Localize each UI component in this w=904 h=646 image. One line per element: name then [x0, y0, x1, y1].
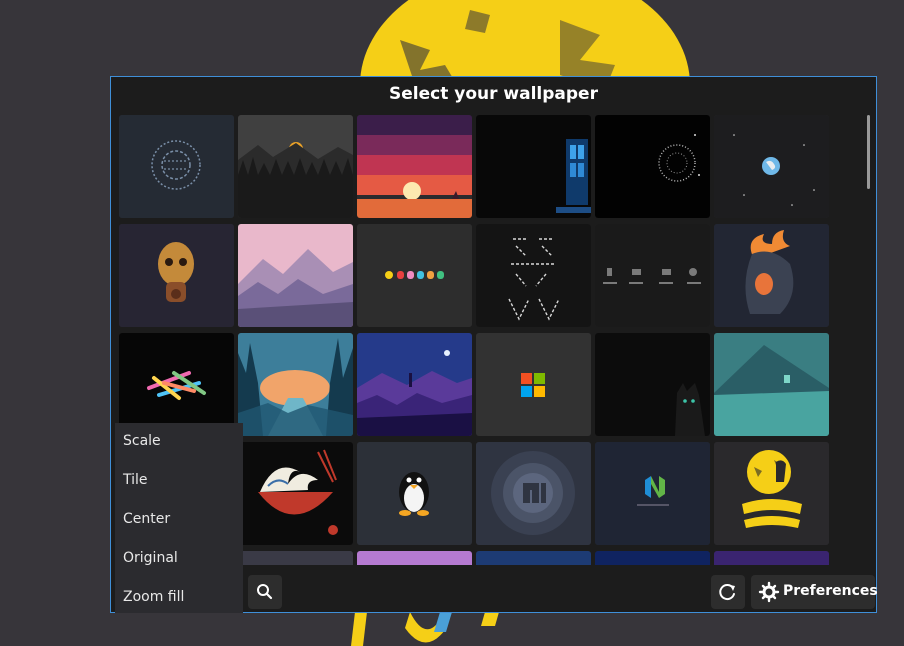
wallpaper-thumbnail[interactable]	[714, 115, 829, 218]
windows-logo	[476, 333, 591, 436]
wallpaper-thumbnail[interactable]	[357, 442, 472, 545]
minimal-icons	[595, 224, 710, 327]
wallpaper-thumbnail[interactable]	[238, 333, 353, 436]
menu-item-tile[interactable]: Tile	[123, 472, 148, 488]
dark-forest-sunset	[238, 115, 353, 218]
refresh-icon	[719, 584, 735, 601]
search-button[interactable]	[248, 575, 282, 609]
search-icon	[257, 584, 273, 600]
refresh-button[interactable]	[711, 575, 745, 609]
menu-item-scale[interactable]: Scale	[123, 433, 161, 449]
wallpaper-thumbnail[interactable]	[119, 224, 234, 327]
wallpaper-thumbnail[interactable]	[476, 224, 591, 327]
wallpaper-thumbnail[interactable]	[357, 551, 472, 565]
menu-item-center[interactable]: Center	[123, 511, 170, 527]
pink-mountains	[238, 224, 353, 327]
wallpaper-thumbnail[interactable]	[476, 442, 591, 545]
phone-booth-night	[476, 115, 591, 218]
flaming-skull-hood	[714, 224, 829, 327]
wallpaper-thumbnail[interactable]	[476, 333, 591, 436]
wallpaper-thumbnail[interactable]	[238, 442, 353, 545]
menu-item-original[interactable]: Original	[123, 550, 178, 566]
colorful-sticks	[119, 333, 234, 436]
great-wave-ramen	[238, 442, 353, 545]
menu-item-zoom-fill[interactable]: Zoom fill	[123, 589, 184, 605]
yellow-moon-poster	[714, 442, 829, 545]
wallpaper-thumbnail[interactable]	[119, 333, 234, 436]
dialog-title: Select your wallpaper	[389, 84, 598, 104]
purple-mountain-night	[357, 333, 472, 436]
tiny-earth-space	[714, 115, 829, 218]
gear-icon	[758, 581, 780, 603]
forest-river-sunrise	[238, 333, 353, 436]
wallpaper-thumbnail[interactable]	[238, 115, 353, 218]
row5-3	[357, 551, 472, 565]
preferences-label: Preferences	[783, 583, 878, 599]
line-art-figures	[476, 224, 591, 327]
wallpaper-thumbnail[interactable]	[119, 115, 234, 218]
wallpaper-thumbnail[interactable]	[357, 333, 472, 436]
black-cat-dark	[595, 333, 710, 436]
row5-4	[476, 551, 591, 565]
neovim-logo	[595, 442, 710, 545]
wallpaper-thumbnail[interactable]	[595, 115, 710, 218]
linux-tux	[357, 442, 472, 545]
wallpaper-thumbnail[interactable]	[595, 224, 710, 327]
pacman-ghosts	[357, 224, 472, 327]
wallpaper-thumbnail[interactable]	[357, 224, 472, 327]
wallpaper-thumbnail[interactable]	[238, 224, 353, 327]
grid-scrollbar[interactable]	[867, 115, 870, 189]
wallpaper-thumbnail[interactable]	[595, 442, 710, 545]
wallpaper-thumbnail[interactable]	[714, 551, 829, 565]
row5-6	[714, 551, 829, 565]
dotted-planet	[595, 115, 710, 218]
skull-gas-mask	[119, 224, 234, 327]
row5-5	[595, 551, 710, 565]
wallpaper-thumbnail[interactable]	[595, 333, 710, 436]
teal-mountain	[714, 333, 829, 436]
row5-2	[238, 551, 353, 565]
wallpaper-thumbnail[interactable]	[714, 442, 829, 545]
wallpaper-thumbnail[interactable]	[476, 551, 591, 565]
wallpaper-thumbnail[interactable]	[357, 115, 472, 218]
preferences-button[interactable]: Preferences	[751, 575, 878, 609]
red-sunset-sea	[357, 115, 472, 218]
manjaro-circle	[476, 442, 591, 545]
wallpaper-thumbnail[interactable]	[714, 224, 829, 327]
circular-glyph-art	[119, 115, 234, 218]
wallpaper-thumbnail[interactable]	[595, 551, 710, 565]
wallpaper-thumbnail[interactable]	[476, 115, 591, 218]
wallpaper-thumbnail[interactable]	[238, 551, 353, 565]
wallpaper-thumbnail[interactable]	[714, 333, 829, 436]
scaling-mode-menu: Scale Tile Center Original Zoom fill	[115, 423, 243, 613]
